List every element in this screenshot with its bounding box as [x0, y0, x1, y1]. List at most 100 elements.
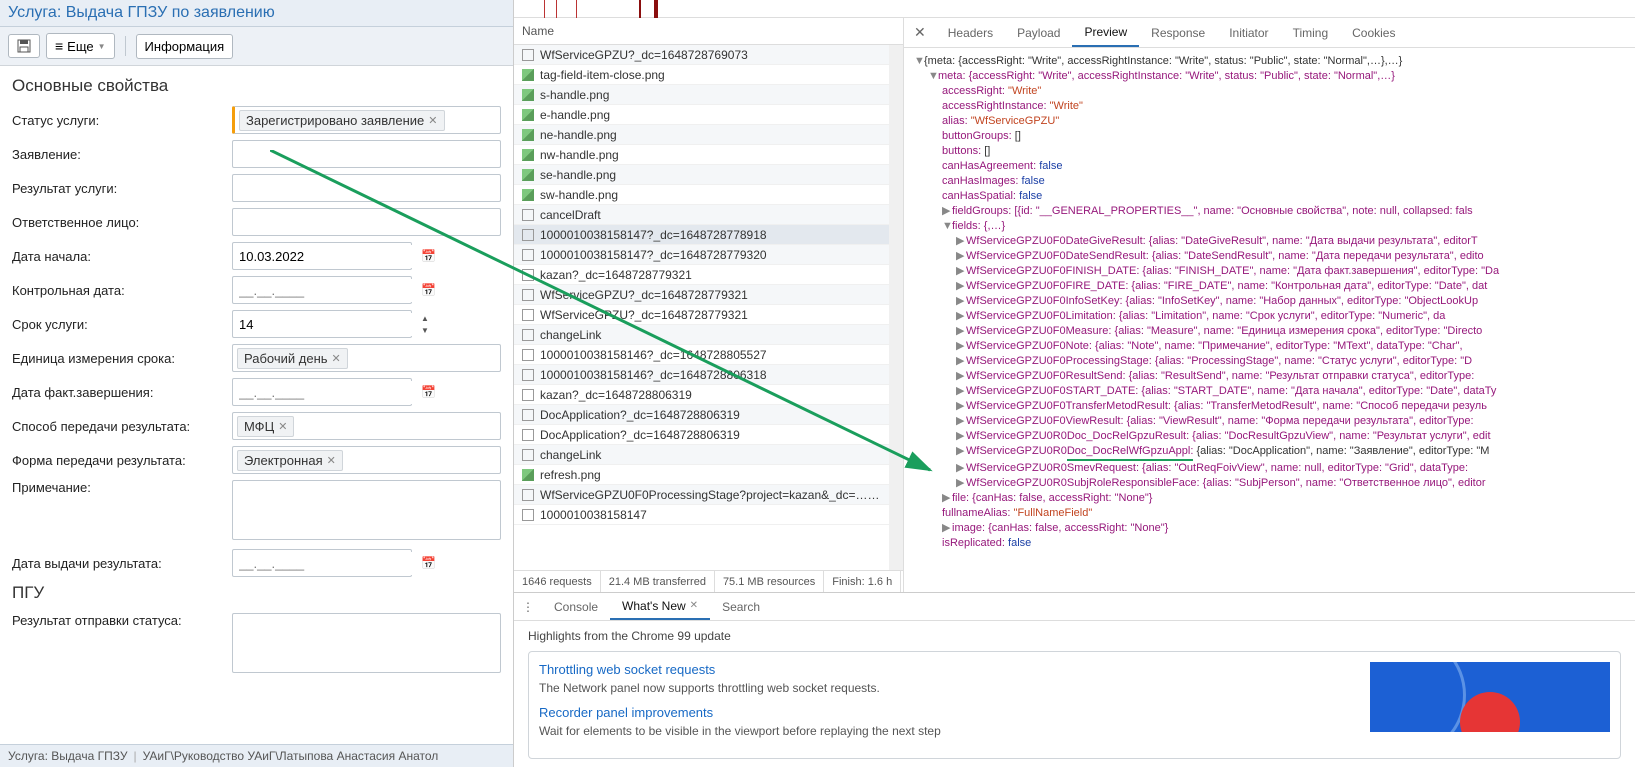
network-row[interactable]: changeLink [514, 325, 889, 345]
transfer-field[interactable]: МФЦ✕ [232, 412, 501, 440]
tag-close-icon[interactable]: ✕ [327, 454, 336, 467]
note-label: Примечание: [12, 480, 232, 495]
network-row[interactable]: sw-handle.png [514, 185, 889, 205]
term-field[interactable]: ▲▼ [232, 310, 412, 338]
separator [125, 36, 126, 56]
more-button[interactable]: ≡Еще▼ [46, 33, 115, 59]
network-row[interactable]: refresh.png [514, 465, 889, 485]
network-row[interactable]: DocApplication?_dc=1648728806319 [514, 405, 889, 425]
tab-response[interactable]: Response [1139, 18, 1217, 47]
tab-cookies[interactable]: Cookies [1340, 18, 1407, 47]
network-row[interactable]: kazan?_dc=1648728779321 [514, 265, 889, 285]
status-field[interactable]: Зарегистрировано заявление✕ [232, 106, 501, 134]
drawer-tab-console[interactable]: Console [542, 593, 610, 620]
toolbar: ≡Еще▼ Информация [0, 27, 513, 66]
network-row[interactable]: 1000010038158147 [514, 505, 889, 525]
scrollbar[interactable] [889, 45, 903, 570]
save-button[interactable] [8, 34, 40, 58]
request-input[interactable] [232, 140, 501, 168]
calendar-icon[interactable]: 📅 [421, 551, 436, 575]
network-row[interactable]: DocApplication?_dc=1648728806319 [514, 425, 889, 445]
xhr-icon [522, 409, 534, 421]
network-row[interactable]: ne-handle.png [514, 125, 889, 145]
preview-tabs: ✕ HeadersPayloadPreviewResponseInitiator… [904, 18, 1635, 48]
responsible-input[interactable] [232, 208, 501, 236]
network-row[interactable]: 1000010038158147?_dc=1648728778918 [514, 225, 889, 245]
note-textarea[interactable] [232, 480, 501, 540]
spinner-up-icon[interactable]: ▲ [421, 312, 429, 324]
card-image [1370, 662, 1610, 732]
close-icon[interactable]: ✕ [690, 600, 698, 611]
network-name: 1000010038158147 [540, 508, 881, 522]
spinner-down-icon[interactable]: ▼ [421, 324, 429, 336]
info-button[interactable]: Информация [136, 34, 234, 59]
network-name: tag-field-item-close.png [540, 68, 881, 82]
network-row[interactable]: WfServiceGPZU?_dc=1648728779321 [514, 285, 889, 305]
network-row[interactable]: 1000010038158146?_dc=1648728805527 [514, 345, 889, 365]
responsible-label: Ответственное лицо: [12, 215, 232, 230]
json-preview[interactable]: ▼{meta: {accessRight: "Write", accessRig… [904, 48, 1635, 592]
timeline-ruler[interactable] [514, 0, 1635, 18]
network-row[interactable]: WfServiceGPZU?_dc=1648728779321 [514, 305, 889, 325]
network-row[interactable]: 1000010038158147?_dc=1648728779320 [514, 245, 889, 265]
calendar-icon[interactable]: 📅 [421, 380, 436, 404]
unit-field[interactable]: Рабочий день✕ [232, 344, 501, 372]
xhr-icon [522, 369, 534, 381]
drawer-tab-whatsnew[interactable]: What's New✕ [610, 593, 710, 620]
send-result-label: Результат отправки статуса: [12, 613, 232, 628]
send-result-textarea[interactable] [232, 613, 501, 673]
tag-close-icon[interactable]: ✕ [332, 352, 341, 365]
status-label: Статус услуги: [12, 113, 232, 128]
form-method-field[interactable]: Электронная✕ [232, 446, 501, 474]
network-row[interactable]: WfServiceGPZU0F0ProcessingStage?project=… [514, 485, 889, 505]
tab-preview[interactable]: Preview [1072, 18, 1139, 47]
tab-payload[interactable]: Payload [1005, 18, 1072, 47]
network-row[interactable]: changeLink [514, 445, 889, 465]
network-name: DocApplication?_dc=1648728806319 [540, 428, 881, 442]
network-list[interactable]: WfServiceGPZU?_dc=1648728769073 tag-field… [514, 45, 889, 570]
give-date-field[interactable]: 📅 [232, 549, 412, 577]
window-title: Услуга: Выдача ГПЗУ по заявлению [0, 0, 513, 27]
tab-headers[interactable]: Headers [936, 18, 1005, 47]
network-row[interactable]: kazan?_dc=1648728806319 [514, 385, 889, 405]
fact-date-field[interactable]: 📅 [232, 378, 412, 406]
close-icon[interactable]: ✕ [904, 24, 936, 41]
network-name: e-handle.png [540, 108, 881, 122]
network-row[interactable]: e-handle.png [514, 105, 889, 125]
xhr-icon [522, 269, 534, 281]
card-desc: Wait for elements to be visible in the v… [539, 724, 1350, 738]
xhr-icon [522, 329, 534, 341]
network-row[interactable]: tag-field-item-close.png [514, 65, 889, 85]
tag-close-icon[interactable]: ✕ [278, 420, 287, 433]
network-row[interactable]: s-handle.png [514, 85, 889, 105]
network-header[interactable]: Name [514, 18, 903, 45]
result-input[interactable] [232, 174, 501, 202]
tab-timing[interactable]: Timing [1281, 18, 1341, 47]
card-link[interactable]: Recorder panel improvements [539, 705, 1350, 720]
transfer-label: Способ передачи результата: [12, 419, 232, 434]
network-name: sw-handle.png [540, 188, 881, 202]
network-name: WfServiceGPZU0F0ProcessingStage?project=… [540, 488, 881, 502]
network-row[interactable]: cancelDraft [514, 205, 889, 225]
card-desc: The Network panel now supports throttlin… [539, 681, 1350, 695]
calendar-icon[interactable]: 📅 [421, 244, 436, 268]
network-row[interactable]: 1000010038158146?_dc=1648728806318 [514, 365, 889, 385]
tag-close-icon[interactable]: ✕ [428, 114, 437, 127]
network-name: 1000010038158147?_dc=1648728778918 [540, 228, 881, 242]
network-row[interactable]: WfServiceGPZU?_dc=1648728769073 [514, 45, 889, 65]
calendar-icon[interactable]: 📅 [421, 278, 436, 302]
kebab-icon[interactable]: ⋮ [514, 600, 542, 614]
network-name: WfServiceGPZU?_dc=1648728779321 [540, 308, 881, 322]
drawer-tab-search[interactable]: Search [710, 593, 772, 620]
network-name: WfServiceGPZU?_dc=1648728769073 [540, 48, 881, 62]
control-date-field[interactable]: 📅 [232, 276, 412, 304]
network-row[interactable]: nw-handle.png [514, 145, 889, 165]
network-name: kazan?_dc=1648728779321 [540, 268, 881, 282]
image-icon [522, 469, 534, 481]
form-method-label: Форма передачи результата: [12, 453, 232, 468]
start-date-field[interactable]: 📅 [232, 242, 412, 270]
term-label: Срок услуги: [12, 317, 232, 332]
tab-initiator[interactable]: Initiator [1217, 18, 1280, 47]
network-row[interactable]: se-handle.png [514, 165, 889, 185]
card-link[interactable]: Throttling web socket requests [539, 662, 1350, 677]
